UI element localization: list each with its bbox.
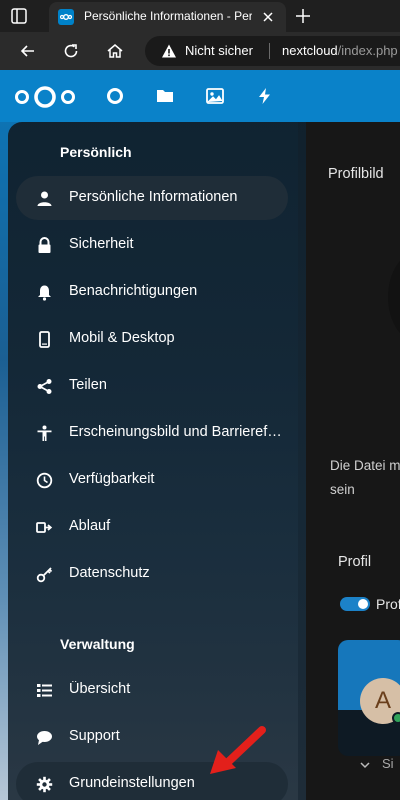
sidebar-item-label: Sicherheit: [69, 236, 134, 252]
list-icon: [37, 684, 52, 697]
bell-icon: [38, 285, 51, 301]
close-icon[interactable]: [259, 8, 277, 26]
sidebar-item-availability[interactable]: Verfügbarkeit: [16, 458, 288, 502]
url-host: nextcloud: [282, 43, 338, 58]
profile-picture-heading: Profilbild: [328, 166, 384, 182]
collapsed-section-label: Si: [382, 756, 394, 771]
browser-tab-bar: Persönliche Informationen - Persönlich: [0, 0, 400, 32]
profile-enable-toggle[interactable]: [340, 597, 370, 611]
key-icon: [36, 567, 53, 583]
share-icon: [37, 379, 52, 394]
sidebar-item-appearance-accessibility[interactable]: Erscheinungsbild und Barrierefreiheit: [16, 411, 288, 455]
file-size-note-line1: Die Datei m: [330, 458, 400, 473]
reload-icon[interactable]: [61, 41, 81, 61]
flow-icon: [36, 522, 53, 533]
section-caption-personal: Persönlich: [60, 144, 132, 160]
avatar-initial: A: [374, 687, 391, 714]
sidebar-item-label: Datenschutz: [69, 565, 150, 581]
chevron-down-icon[interactable]: [358, 758, 372, 772]
url-path: /index.php: [337, 43, 398, 58]
back-arrow-icon[interactable]: [18, 41, 38, 61]
user-icon: [37, 191, 52, 206]
sidebar-item-label: Erscheinungsbild und Barrierefreiheit: [69, 424, 284, 440]
clock-icon: [36, 472, 53, 489]
nextcloud-favicon-icon: [58, 9, 74, 25]
new-tab-icon[interactable]: [294, 7, 312, 25]
phone-icon: [39, 331, 50, 348]
sidebar-item-label: Benachrichtigungen: [69, 283, 198, 299]
browser-toolbar: Nicht sicher nextcloud/index.php: [0, 32, 400, 70]
sidebar-item-privacy[interactable]: Datenschutz: [16, 552, 288, 596]
files-icon[interactable]: [155, 86, 175, 106]
sidebar-item-label: Ablauf: [69, 518, 111, 534]
photos-icon[interactable]: [205, 86, 225, 106]
nextcloud-logo-icon[interactable]: [14, 85, 76, 109]
dashboard-icon[interactable]: [105, 86, 125, 106]
section-caption-admin: Verwaltung: [60, 636, 135, 652]
sidebar-item-sharing[interactable]: Teilen: [16, 364, 288, 408]
accessibility-icon: [37, 425, 52, 441]
browser-tab[interactable]: Persönliche Informationen - Persönlich: [49, 2, 286, 32]
sidebar-item-label: Persönliche Informationen: [69, 189, 238, 205]
online-status-icon: [392, 712, 400, 724]
sidebar-item-label: Verfügbarkeit: [69, 471, 155, 487]
profile-toggle-label: Prof: [376, 596, 400, 612]
file-size-note-line2: sein: [330, 482, 355, 497]
security-status[interactable]: Nicht sicher: [185, 43, 253, 58]
sidebar-item-mobile-desktop[interactable]: Mobil & Desktop: [16, 317, 288, 361]
url-text[interactable]: nextcloud/index.php: [282, 43, 398, 58]
annotation-arrow-icon: [210, 726, 266, 774]
lock-icon: [38, 237, 51, 253]
sidebar-item-overview[interactable]: Übersicht: [16, 668, 288, 712]
tab-actions-icon[interactable]: [10, 7, 28, 25]
omnibox-divider: [269, 43, 270, 59]
sidebar-item-notifications[interactable]: Benachrichtigungen: [16, 270, 288, 314]
sidebar-item-label: Mobil & Desktop: [69, 330, 175, 346]
address-bar[interactable]: Nicht sicher nextcloud/index.php: [145, 36, 400, 66]
sidebar-item-label: Übersicht: [69, 681, 131, 697]
home-icon[interactable]: [105, 41, 125, 61]
chat-icon: [37, 731, 52, 745]
profile-preview-card[interactable]: A: [338, 640, 400, 756]
main-content: Profilbild Die Datei m sein Profil Prof …: [306, 122, 400, 800]
sidebar-item-security[interactable]: Sicherheit: [16, 223, 288, 267]
sidebar-item-label: Teilen: [69, 377, 107, 393]
tab-title: Persönliche Informationen - Persönlich: [84, 9, 252, 23]
sidebar-item-personal-info[interactable]: Persönliche Informationen: [16, 176, 288, 220]
warning-icon[interactable]: [161, 43, 177, 59]
profile-picture-preview[interactable]: [388, 252, 400, 342]
activity-bolt-icon[interactable]: [255, 86, 275, 106]
sidebar-item-flow[interactable]: Ablauf: [16, 505, 288, 549]
app-header: [0, 70, 400, 122]
settings-sidebar: Persönlich Persönliche Informationen Sic…: [8, 122, 306, 800]
profile-heading: Profil: [338, 554, 372, 570]
screen: Persönliche Informationen - Persönlich: [0, 0, 400, 800]
gear-icon: [36, 776, 53, 793]
